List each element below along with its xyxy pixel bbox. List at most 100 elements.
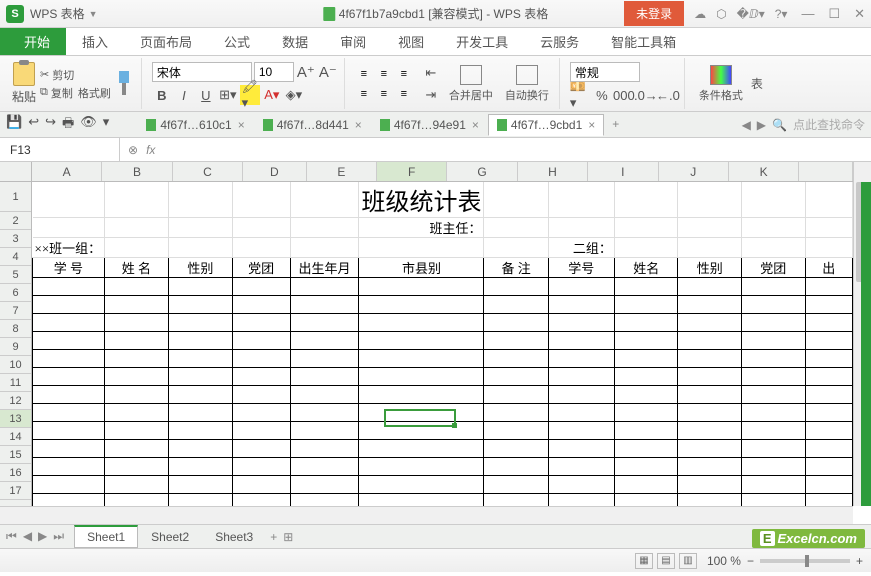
decimal-dec-button[interactable]: ←.0	[658, 85, 678, 105]
fx-cancel-icon[interactable]: ⊗	[128, 143, 138, 157]
hex-icon[interactable]: ⬡	[716, 7, 726, 21]
font-shrink-icon[interactable]: A⁻	[318, 62, 338, 82]
menu-tab-smart[interactable]: 智能工具箱	[595, 28, 692, 55]
view-pagebreak-icon[interactable]: ▤	[657, 553, 675, 569]
font-color-button[interactable]: A▾	[262, 85, 282, 105]
currency-button[interactable]: 💴▾	[570, 85, 590, 105]
doc-tab-2[interactable]: 4f67f…8d441×	[254, 114, 371, 136]
font-grow-icon[interactable]: A⁺	[296, 62, 316, 82]
sheet-nav-last[interactable]: ⏭	[53, 529, 64, 544]
minimize-button[interactable]: —	[801, 6, 814, 22]
menu-tab-cloud[interactable]: 云服务	[524, 28, 595, 55]
close-icon[interactable]: ×	[355, 118, 362, 132]
tab-nav-right[interactable]: ▶	[757, 118, 766, 132]
tab-nav-left[interactable]: ◀	[742, 118, 751, 132]
menu-tab-formula[interactable]: 公式	[208, 28, 266, 55]
font-size-select[interactable]	[254, 62, 294, 82]
qat-print-icon[interactable]: 🖶	[62, 114, 74, 136]
maximize-button[interactable]: ☐	[828, 6, 840, 22]
sheet-tab-2[interactable]: Sheet2	[138, 526, 202, 548]
add-sheet-button[interactable]: +	[270, 530, 277, 544]
align-top-left[interactable]: ≡	[355, 65, 373, 83]
horizontal-scrollbar[interactable]	[0, 506, 853, 524]
menu-tab-data[interactable]: 数据	[266, 28, 324, 55]
fill-color-button[interactable]: 🖍▾	[240, 85, 260, 105]
copy-button[interactable]: ⧉复制格式刷	[40, 85, 111, 101]
close-icon[interactable]: ×	[472, 118, 479, 132]
phonetic-button[interactable]: ◈▾	[284, 85, 304, 105]
close-icon[interactable]: ×	[238, 118, 245, 132]
align-bot-left[interactable]: ≡	[355, 85, 373, 103]
indent-decrease[interactable]: ⇤	[421, 63, 441, 83]
app-menu-dropdown[interactable]: ▼	[89, 9, 98, 19]
window-controls: — ☐ ✕	[801, 6, 865, 22]
sheet-list-button[interactable]: ⊞	[283, 530, 293, 544]
underline-button[interactable]: U	[196, 85, 216, 105]
sheet-nav-next[interactable]: ▶	[38, 529, 47, 544]
sheet-nav-prev[interactable]: ◀	[23, 529, 32, 544]
align-top-center[interactable]: ≡	[375, 65, 393, 83]
qat-back-icon[interactable]: ↩	[28, 114, 39, 136]
menu-tab-view[interactable]: 视图	[382, 28, 440, 55]
paste-button[interactable]: 粘贴	[12, 62, 36, 105]
comma-button[interactable]: 000	[614, 85, 634, 105]
new-tab-button[interactable]: +	[604, 114, 627, 136]
menu-tab-dev[interactable]: 开发工具	[440, 28, 524, 55]
qat-forward-icon[interactable]: ↪	[45, 114, 56, 136]
indent-increase[interactable]: ⇥	[421, 85, 441, 105]
align-bot-right[interactable]: ≡	[395, 85, 413, 103]
login-badge[interactable]: 未登录	[624, 1, 684, 26]
row-headers[interactable]: 1234567891011121314151617	[0, 182, 32, 506]
conditional-format-button[interactable]: 条件格式	[695, 65, 747, 103]
decimal-inc-button[interactable]: .0→	[636, 85, 656, 105]
cloud-icon[interactable]: ☁	[694, 7, 706, 21]
formula-input[interactable]	[163, 138, 871, 161]
menu-tab-review[interactable]: 审阅	[324, 28, 382, 55]
close-button[interactable]: ✕	[854, 6, 865, 22]
search-hint[interactable]: 点此查找命令	[793, 116, 865, 133]
view-normal-icon[interactable]: ▦	[635, 553, 653, 569]
close-icon[interactable]: ×	[588, 118, 595, 132]
cut-button[interactable]: ✂剪切	[40, 67, 111, 83]
cells-area[interactable]: 班级统计表班主任：××班一组：二组：学 号姓 名性别党团出生年月市县别备 注学号…	[32, 182, 853, 506]
fx-icon[interactable]: fx	[146, 143, 155, 157]
percent-button[interactable]: %	[592, 85, 612, 105]
doc-tab-3[interactable]: 4f67f…94e91×	[371, 114, 488, 136]
menu-tab-pagelayout[interactable]: 页面布局	[124, 28, 208, 55]
zoom-control: 100 % − +	[707, 554, 863, 568]
menu-tab-start[interactable]: 开始	[8, 28, 66, 55]
ribbon-more[interactable]: 表	[751, 75, 763, 92]
name-box[interactable]: F13	[0, 138, 120, 161]
format-painter-icon[interactable]	[115, 71, 135, 97]
font-name-select[interactable]	[152, 62, 252, 82]
sheet-tab-3[interactable]: Sheet3	[202, 526, 266, 548]
qat-more-icon[interactable]: ▾	[103, 114, 110, 136]
menu-tab-insert[interactable]: 插入	[66, 28, 124, 55]
border-button[interactable]: ⊞▾	[218, 85, 238, 105]
sheet-tab-1[interactable]: Sheet1	[74, 525, 138, 548]
doc-tab-1[interactable]: 4f67f…610c1×	[137, 114, 253, 136]
doc-icon	[380, 119, 390, 131]
zoom-in-button[interactable]: +	[856, 554, 863, 568]
doc-tab-4[interactable]: 4f67f…9cbd1×	[488, 114, 604, 136]
quick-access-bar: 💾 ↩ ↪ 🖶 👁 ▾ 4f67f…610c1× 4f67f…8d441× 4f…	[0, 112, 871, 138]
zoom-slider[interactable]	[760, 559, 850, 563]
italic-button[interactable]: I	[174, 85, 194, 105]
select-all-corner[interactable]	[0, 162, 32, 182]
wrap-text-button[interactable]: 自动换行	[501, 65, 553, 103]
paste-label: 粘贴	[12, 88, 36, 105]
merge-center-button[interactable]: 合并居中	[445, 65, 497, 103]
qat-preview-icon[interactable]: 👁	[80, 114, 97, 136]
zoom-out-button[interactable]: −	[747, 554, 754, 568]
align-bot-center[interactable]: ≡	[375, 85, 393, 103]
bold-button[interactable]: B	[152, 85, 172, 105]
help-icon[interactable]: ?▾	[775, 7, 788, 21]
ruler-icon[interactable]: �ⅅ▾	[737, 7, 765, 21]
qat-save-icon[interactable]: 💾	[6, 114, 22, 136]
column-headers[interactable]: ABCDEFGHIJK	[32, 162, 853, 182]
search-icon[interactable]: 🔍	[772, 118, 787, 132]
menu-accent	[0, 28, 8, 55]
align-top-right[interactable]: ≡	[395, 65, 413, 83]
sheet-nav-first[interactable]: ⏮	[6, 529, 17, 544]
view-page-icon[interactable]: ▥	[679, 553, 697, 569]
